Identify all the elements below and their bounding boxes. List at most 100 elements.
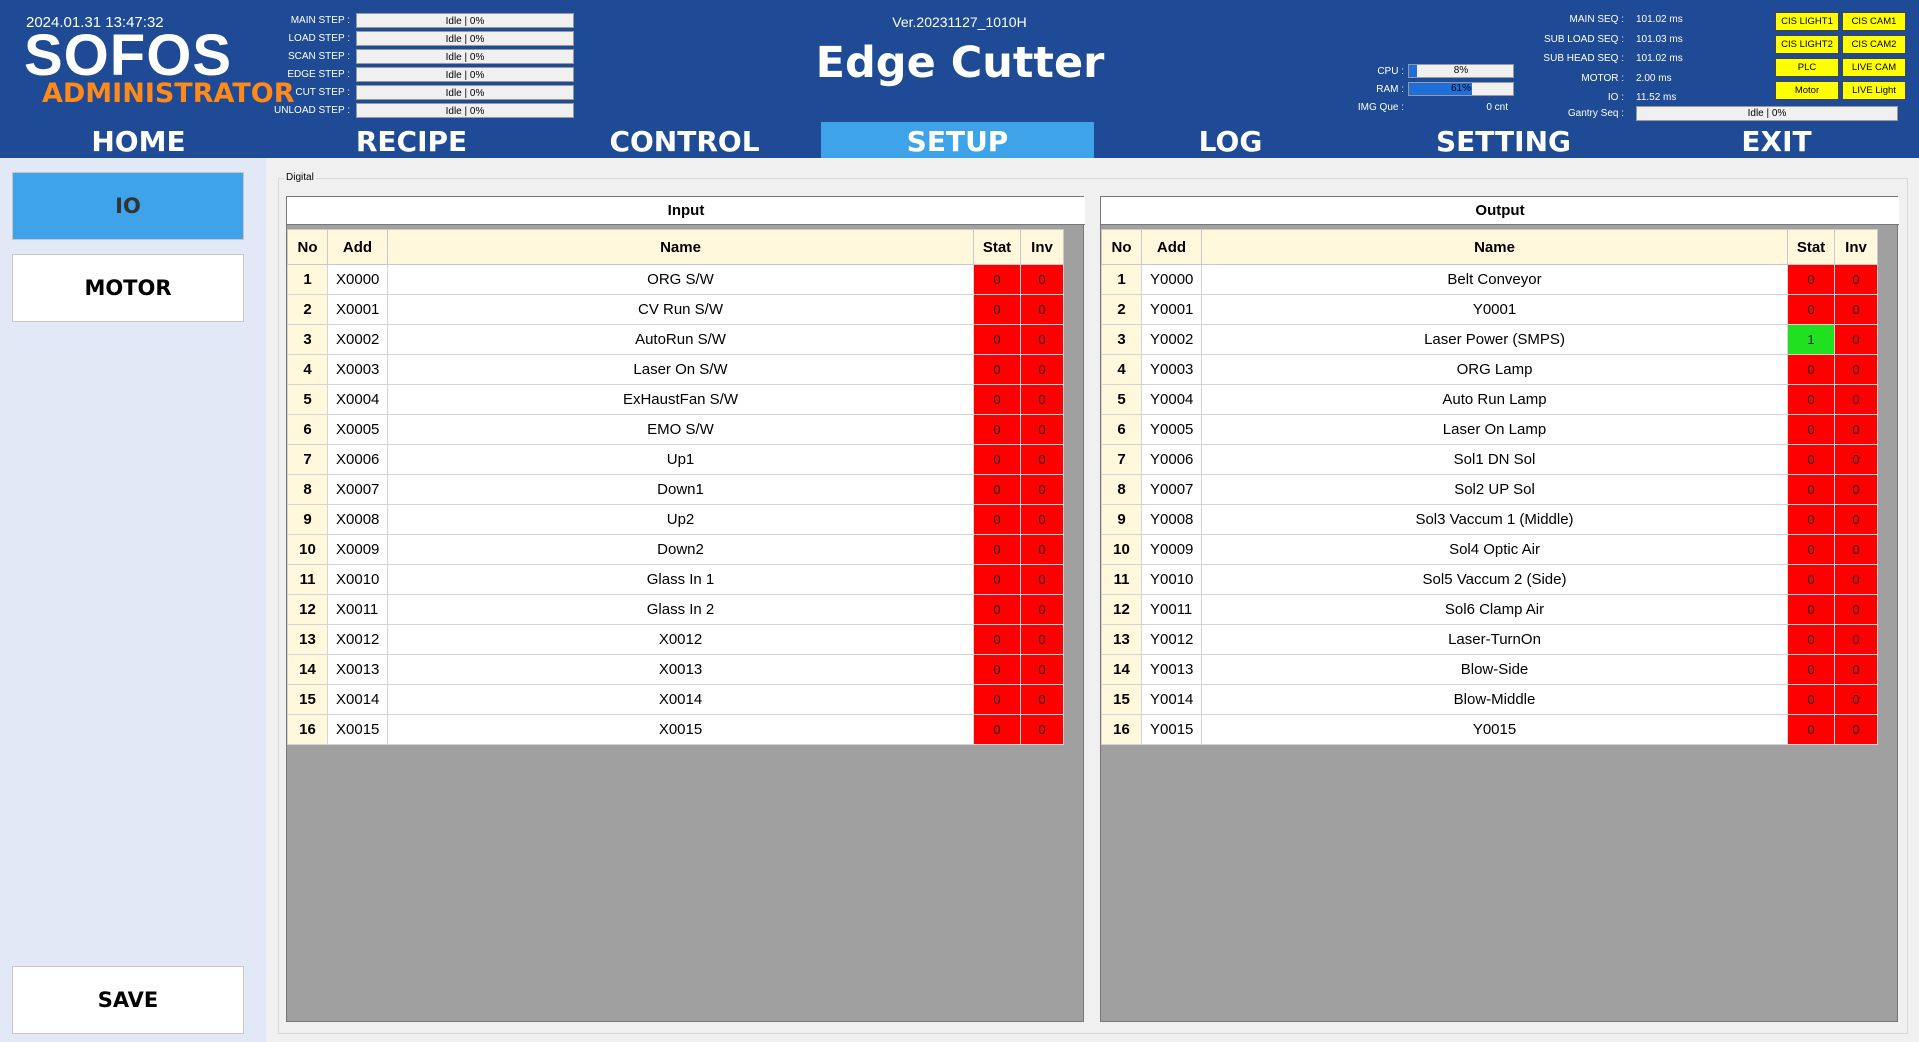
io-inv-cell[interactable]: 0 bbox=[1834, 624, 1878, 655]
io-inv-cell[interactable]: 0 bbox=[1834, 444, 1878, 475]
io-stat-cell[interactable]: 0 bbox=[973, 384, 1021, 415]
table-row[interactable]: 3 Y0002 Laser Power (SMPS) 1 0 bbox=[1101, 324, 1878, 355]
io-stat-cell[interactable]: 0 bbox=[1787, 474, 1835, 505]
io-stat-cell[interactable]: 0 bbox=[973, 714, 1021, 745]
tab-home[interactable]: HOME bbox=[2, 122, 275, 158]
io-inv-cell[interactable]: 0 bbox=[1834, 354, 1878, 385]
io-inv-cell[interactable]: 0 bbox=[1834, 714, 1878, 745]
io-stat-cell[interactable]: 0 bbox=[973, 354, 1021, 385]
io-inv-cell[interactable]: 0 bbox=[1834, 384, 1878, 415]
table-row[interactable]: 14 X0013 X0013 0 0 bbox=[287, 654, 1064, 685]
io-name-cell[interactable]: Blow-Side bbox=[1201, 654, 1788, 685]
table-row[interactable]: 14 Y0013 Blow-Side 0 0 bbox=[1101, 654, 1878, 685]
io-name-cell[interactable]: ORG S/W bbox=[387, 264, 974, 295]
io-inv-cell[interactable]: 0 bbox=[1020, 504, 1064, 535]
io-inv-cell[interactable]: 0 bbox=[1020, 474, 1064, 505]
io-name-cell[interactable]: X0012 bbox=[387, 624, 974, 655]
io-inv-cell[interactable]: 0 bbox=[1834, 264, 1878, 295]
io-name-cell[interactable]: Up2 bbox=[387, 504, 974, 535]
io-name-cell[interactable]: Laser On Lamp bbox=[1201, 414, 1788, 445]
io-stat-cell[interactable]: 0 bbox=[973, 294, 1021, 325]
table-row[interactable]: 15 Y0014 Blow-Middle 0 0 bbox=[1101, 684, 1878, 715]
io-stat-cell[interactable]: 0 bbox=[1787, 624, 1835, 655]
io-name-cell[interactable]: ExHaustFan S/W bbox=[387, 384, 974, 415]
io-stat-cell[interactable]: 0 bbox=[973, 504, 1021, 535]
io-stat-cell[interactable]: 0 bbox=[973, 444, 1021, 475]
table-row[interactable]: 11 X0010 Glass In 100 bbox=[287, 564, 1064, 595]
cis-light1-status-button[interactable]: CIS LIGHT1 bbox=[1775, 12, 1839, 31]
table-row[interactable]: 8 Y0007 Sol2 UP Sol 0 0 bbox=[1101, 474, 1878, 505]
io-stat-cell[interactable]: 0 bbox=[1787, 444, 1835, 475]
io-button[interactable]: IO bbox=[12, 172, 244, 240]
motor-status-button[interactable]: Motor bbox=[1775, 81, 1839, 100]
live-light-status-button[interactable]: LIVE Light bbox=[1842, 81, 1906, 100]
io-stat-cell[interactable]: 0 bbox=[973, 534, 1021, 565]
io-stat-cell[interactable]: 0 bbox=[973, 264, 1021, 295]
io-inv-cell[interactable]: 0 bbox=[1020, 444, 1064, 475]
io-name-cell[interactable]: X0013 bbox=[387, 654, 974, 685]
table-row[interactable]: 1 Y0000 Belt Conveyor 0 0 bbox=[1101, 264, 1878, 295]
io-stat-cell[interactable]: 0 bbox=[973, 594, 1021, 625]
io-inv-cell[interactable]: 0 bbox=[1020, 624, 1064, 655]
io-inv-cell[interactable]: 0 bbox=[1020, 264, 1064, 295]
table-row[interactable]: 13 X0012 X0012 0 0 bbox=[287, 624, 1064, 655]
io-inv-cell[interactable]: 0 bbox=[1834, 474, 1878, 505]
table-row[interactable]: 6 X0005 EMO S/W 0 0 bbox=[287, 414, 1064, 445]
io-stat-cell[interactable]: 0 bbox=[973, 654, 1021, 685]
io-inv-cell[interactable]: 0 bbox=[1020, 534, 1064, 565]
io-stat-cell[interactable]: 0 bbox=[1787, 654, 1835, 685]
table-row[interactable]: 5 Y0004 Auto Run Lamp 0 0 bbox=[1101, 384, 1878, 415]
io-stat-cell[interactable]: 0 bbox=[1787, 354, 1835, 385]
io-name-cell[interactable]: Glass In 2 bbox=[387, 594, 974, 625]
table-row[interactable]: 4 X0003 Laser On S/W 0 0 bbox=[287, 354, 1064, 385]
io-name-cell[interactable]: Sol3 Vaccum 1 (Middle) bbox=[1201, 504, 1788, 535]
io-name-cell[interactable]: X0015 bbox=[387, 714, 974, 745]
io-name-cell[interactable]: Down1 bbox=[387, 474, 974, 505]
tab-recipe[interactable]: RECIPE bbox=[275, 122, 548, 158]
io-name-cell[interactable]: Down2 bbox=[387, 534, 974, 565]
io-stat-cell[interactable]: 0 bbox=[1787, 414, 1835, 445]
io-inv-cell[interactable]: 0 bbox=[1020, 654, 1064, 685]
io-name-cell[interactable]: Belt Conveyor bbox=[1201, 264, 1788, 295]
table-row[interactable]: 5 X0004 ExHaustFan S/W 0 0 bbox=[287, 384, 1064, 415]
io-inv-cell[interactable]: 0 bbox=[1834, 414, 1878, 445]
io-name-cell[interactable]: X0014 bbox=[387, 684, 974, 715]
plc-status-button[interactable]: PLC bbox=[1775, 58, 1839, 77]
io-stat-cell[interactable]: 1 bbox=[1787, 324, 1835, 355]
io-stat-cell[interactable]: 0 bbox=[1787, 384, 1835, 415]
cis-light2-status-button[interactable]: CIS LIGHT2 bbox=[1775, 35, 1839, 54]
io-name-cell[interactable]: Y0001 bbox=[1201, 294, 1788, 325]
io-stat-cell[interactable]: 0 bbox=[973, 474, 1021, 505]
table-row[interactable]: 15 X0014 X0014 0 0 bbox=[287, 684, 1064, 715]
io-inv-cell[interactable]: 0 bbox=[1834, 564, 1878, 595]
io-inv-cell[interactable]: 0 bbox=[1020, 294, 1064, 325]
save-button[interactable]: SAVE bbox=[12, 966, 244, 1034]
table-row[interactable]: 9 X0008 Up2 0 0 bbox=[287, 504, 1064, 535]
io-name-cell[interactable]: ORG Lamp bbox=[1201, 354, 1788, 385]
io-stat-cell[interactable]: 0 bbox=[973, 624, 1021, 655]
cis-cam1-status-button[interactable]: CIS CAM1 bbox=[1842, 12, 1906, 31]
table-row[interactable]: 16 X0015 X0015 0 0 bbox=[287, 714, 1064, 745]
tab-log[interactable]: LOG bbox=[1094, 122, 1367, 158]
io-stat-cell[interactable]: 0 bbox=[1787, 534, 1835, 565]
table-row[interactable]: 2 X0001 CV Run S/W 0 0 bbox=[287, 294, 1064, 325]
table-row[interactable]: 9 Y0008 Sol3 Vaccum 1 (Middle) 0 0 bbox=[1101, 504, 1878, 535]
io-stat-cell[interactable]: 0 bbox=[973, 564, 1021, 595]
table-row[interactable]: 3 X0002 AutoRun S/W 0 0 bbox=[287, 324, 1064, 355]
table-row[interactable]: 12 X0011 Glass In 200 bbox=[287, 594, 1064, 625]
tab-setting[interactable]: SETTING bbox=[1367, 122, 1640, 158]
io-stat-cell[interactable]: 0 bbox=[1787, 504, 1835, 535]
cis-cam2-status-button[interactable]: CIS CAM2 bbox=[1842, 35, 1906, 54]
io-stat-cell[interactable]: 0 bbox=[973, 324, 1021, 355]
io-name-cell[interactable]: Sol6 Clamp Air bbox=[1201, 594, 1788, 625]
io-stat-cell[interactable]: 0 bbox=[973, 684, 1021, 715]
io-inv-cell[interactable]: 0 bbox=[1020, 594, 1064, 625]
io-name-cell[interactable]: Auto Run Lamp bbox=[1201, 384, 1788, 415]
io-stat-cell[interactable]: 0 bbox=[1787, 564, 1835, 595]
io-inv-cell[interactable]: 0 bbox=[1020, 414, 1064, 445]
io-inv-cell[interactable]: 0 bbox=[1020, 714, 1064, 745]
tab-setup[interactable]: SETUP bbox=[821, 122, 1094, 158]
live-cam-status-button[interactable]: LIVE CAM bbox=[1842, 58, 1906, 77]
io-name-cell[interactable]: Sol5 Vaccum 2 (Side) bbox=[1201, 564, 1788, 595]
tab-control[interactable]: CONTROL bbox=[548, 122, 821, 158]
